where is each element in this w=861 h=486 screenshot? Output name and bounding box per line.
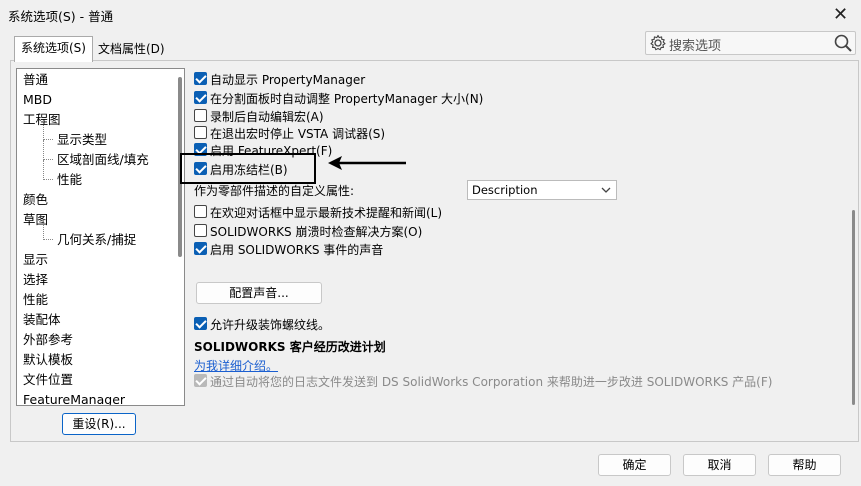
auto-resize-pm-checkbox[interactable]	[194, 91, 207, 104]
custom-property-value: Description	[472, 183, 538, 197]
auto-edit-macro-label: 录制后自动编辑宏(A)	[210, 110, 324, 124]
search-input[interactable]: 搜索选项	[669, 35, 721, 54]
tree-item[interactable]: 性能	[23, 290, 48, 310]
tree-item[interactable]: 默认模板	[23, 350, 73, 370]
option-freeze-bar[interactable]: 启用冻结栏(B)	[194, 160, 304, 178]
cancel-button[interactable]: 取消	[683, 454, 756, 476]
tree-branch-line	[43, 140, 53, 160]
tree-item[interactable]: 颜色	[23, 190, 48, 210]
tree-item[interactable]: 文件位置	[23, 370, 73, 390]
ok-button[interactable]: 确定	[598, 454, 671, 476]
tab-system-options[interactable]: 系统选项(S)	[14, 36, 93, 62]
freeze-bar-label: 启用冻结栏(B)	[210, 163, 288, 177]
chevron-down-icon	[601, 187, 611, 193]
title-bar: 系统选项(S) - 普通 ✕	[0, 0, 861, 30]
event-sounds-checkbox[interactable]	[194, 242, 207, 255]
tab-document-properties[interactable]: 文档属性(D)	[92, 38, 171, 62]
auto-resize-pm-label: 在分割面板时自动调整 PropertyManager 大小(N)	[210, 92, 484, 106]
arrow-left-icon	[328, 156, 406, 170]
send-logs-label: 通过自动将您的日志文件发送到 DS SolidWorks Corporation…	[210, 375, 773, 389]
show-news-checkbox[interactable]	[194, 205, 207, 218]
tree-item[interactable]: 普通	[23, 70, 48, 90]
event-sounds-label: 启用 SOLIDWORKS 事件的声音	[210, 243, 384, 257]
tree-branch-line	[43, 220, 53, 240]
tree-branch-line	[43, 160, 53, 180]
window-title: 系统选项(S) - 普通	[8, 9, 114, 24]
crash-check-checkbox[interactable]	[194, 224, 207, 237]
send-logs-checkbox	[194, 374, 207, 387]
tree-item-label: 显示类型	[57, 132, 108, 147]
upgrade-thread-checkbox[interactable]	[194, 317, 207, 330]
tree-item[interactable]: 工程图	[23, 110, 61, 130]
ceip-title: SOLIDWORKS 客户经历改进计划	[194, 340, 386, 354]
search-box[interactable]: 搜索选项	[645, 31, 856, 55]
close-icon: ✕	[832, 3, 849, 25]
scrollbar-thumb[interactable]	[852, 210, 855, 405]
configure-sounds-button[interactable]: 配置声音...	[196, 282, 322, 304]
auto-edit-macro-checkbox[interactable]	[194, 109, 207, 122]
search-icon[interactable]	[833, 33, 853, 53]
gear-icon	[650, 34, 666, 51]
options-scrollbar[interactable]	[850, 68, 858, 406]
upgrade-thread-label: 允许升级装饰螺纹线。	[210, 318, 331, 332]
auto-show-pm-label: 自动显示 PropertyManager	[210, 73, 366, 87]
auto-show-pm-checkbox[interactable]	[194, 72, 207, 85]
custom-property-label: 作为零部件描述的自定义属性:	[194, 184, 355, 198]
tree-item[interactable]: FeatureManager	[23, 390, 125, 405]
tree-branch-line	[43, 120, 53, 140]
help-button[interactable]: 帮助	[768, 454, 841, 476]
tree-item-label: 几何关系/捕捉	[57, 232, 137, 247]
tree-item-label: 性能	[57, 172, 83, 187]
tree-item[interactable]: 显示	[23, 250, 48, 270]
options-tree[interactable]: 普通 MBD 工程图 显示类型 区域剖面线/填充 性能 颜色 草图 几何关系/捕捉 显示 选择 性能装…	[16, 68, 185, 406]
tree-item[interactable]: 选择	[23, 270, 48, 290]
close-button[interactable]: ✕	[820, 0, 861, 28]
show-news-label: 在欢迎对话框中显示最新技术提醒和新闻(L)	[210, 206, 443, 220]
crash-check-label: SOLIDWORKS 崩溃时检查解决方案(O)	[210, 225, 423, 239]
tree-item-label: 区域剖面线/填充	[57, 152, 149, 167]
reset-button[interactable]: 重设(R)...	[62, 413, 136, 435]
tree-item[interactable]: MBD	[23, 90, 52, 110]
custom-property-dropdown[interactable]: Description	[467, 180, 617, 200]
stop-vsta-checkbox[interactable]	[194, 126, 207, 139]
stop-vsta-label: 在退出宏时停止 VSTA 调试器(S)	[210, 127, 386, 141]
freeze-bar-checkbox[interactable]	[194, 162, 207, 175]
tree-item[interactable]: 装配体	[23, 310, 61, 330]
tree-item[interactable]: 外部参考	[23, 330, 73, 350]
learn-more-link[interactable]: 为我详细介绍。	[194, 357, 278, 374]
